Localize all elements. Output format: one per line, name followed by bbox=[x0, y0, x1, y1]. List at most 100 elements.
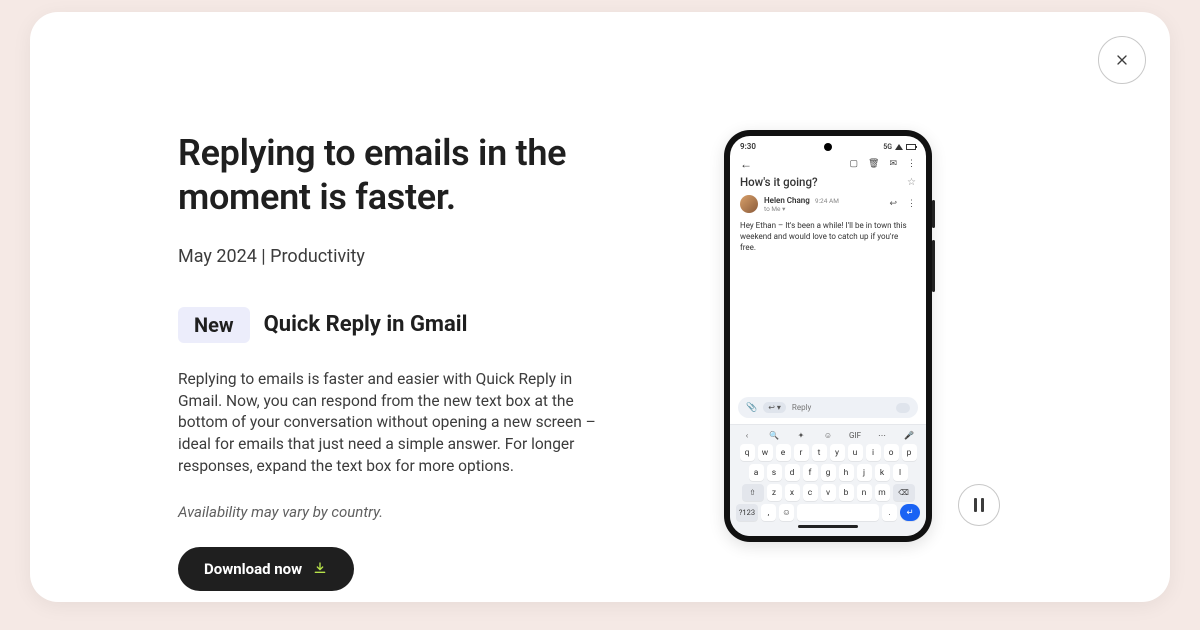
key-m[interactable]: m bbox=[875, 484, 890, 501]
more-icon[interactable]: ⋮ bbox=[907, 159, 916, 169]
download-icon bbox=[312, 561, 328, 577]
feature-modal: Replying to emails in the moment is fast… bbox=[30, 12, 1170, 602]
key-e[interactable]: e bbox=[776, 444, 791, 461]
key-period[interactable]: . bbox=[882, 504, 897, 521]
expand-icon[interactable] bbox=[896, 403, 910, 413]
key-q[interactable]: q bbox=[740, 444, 755, 461]
key-g[interactable]: g bbox=[821, 464, 836, 481]
sender-name: Helen Chang bbox=[764, 196, 810, 205]
keyboard: ‹ 🔍 ✦ ☺ GIF ⋯ 🎤 qwertyuiop asdfghjkl ⇧zxcvbnm⌫… bbox=[730, 424, 926, 536]
keyboard-row: qwertyuiop bbox=[734, 444, 922, 461]
more-icon[interactable]: ⋮ bbox=[907, 199, 916, 209]
keyboard-tool-icon[interactable]: ⋯ bbox=[875, 431, 889, 440]
keyboard-row: asdfghjkl bbox=[734, 464, 922, 481]
star-icon[interactable]: ☆ bbox=[907, 177, 916, 188]
sender-actions: ↩ ⋮ bbox=[889, 199, 916, 209]
status-time: 9:30 bbox=[740, 142, 756, 151]
email-topbar: ← ▢ 🗑 ✉ ⋮ bbox=[730, 153, 926, 173]
reply-icon[interactable]: ↩ bbox=[889, 199, 897, 209]
headline: Replying to emails in the moment is fast… bbox=[178, 132, 618, 220]
key-v[interactable]: v bbox=[821, 484, 836, 501]
subject-row: How's it going? ☆ bbox=[730, 173, 926, 193]
sender-time: 9:24 AM bbox=[815, 197, 839, 205]
keyboard-tool-icon[interactable]: GIF bbox=[848, 431, 862, 440]
recipient-line: to Me ▾ bbox=[764, 205, 839, 213]
key-r[interactable]: r bbox=[794, 444, 809, 461]
attach-icon[interactable]: 📎 bbox=[746, 403, 757, 413]
key-w[interactable]: w bbox=[758, 444, 773, 461]
key-a[interactable]: a bbox=[749, 464, 764, 481]
phone-mockup: 9:30 5G ← ▢ 🗑 ✉ ⋮ How's it going? ☆ bbox=[724, 130, 932, 542]
close-icon bbox=[1114, 52, 1130, 68]
availability-note: Availability may vary by country. bbox=[178, 503, 618, 521]
signal-icon bbox=[895, 144, 903, 150]
status-network: 5G bbox=[883, 143, 892, 151]
phone-side-button bbox=[932, 240, 935, 292]
key-x[interactable]: x bbox=[785, 484, 800, 501]
key-d[interactable]: d bbox=[785, 464, 800, 481]
key-o[interactable]: o bbox=[884, 444, 899, 461]
feature-name: Quick Reply in Gmail bbox=[264, 312, 468, 337]
keyboard-tool-icon[interactable]: ☺ bbox=[821, 431, 835, 440]
email-subject: How's it going? bbox=[740, 175, 818, 189]
delete-icon[interactable]: 🗑 bbox=[868, 159, 879, 169]
key-n[interactable]: n bbox=[857, 484, 872, 501]
reply-placeholder: Reply bbox=[792, 403, 890, 412]
download-label: Download now bbox=[204, 560, 302, 578]
key-space[interactable] bbox=[797, 504, 879, 521]
key-comma[interactable]: , bbox=[761, 504, 776, 521]
key-y[interactable]: y bbox=[830, 444, 845, 461]
avatar bbox=[740, 195, 758, 213]
recipient-chip[interactable]: ↩ ▾ bbox=[763, 402, 786, 413]
feature-row: New Quick Reply in Gmail bbox=[178, 307, 618, 343]
mail-icon[interactable]: ✉ bbox=[889, 159, 897, 169]
reply-area: 📎 ↩ ▾ Reply ‹ 🔍 ✦ ☺ GIF ⋯ 🎤 qwertyuiop asdfghj… bbox=[730, 397, 926, 536]
content-column: Replying to emails in the moment is fast… bbox=[178, 132, 618, 591]
pause-icon bbox=[974, 498, 984, 512]
key-k[interactable]: k bbox=[875, 464, 890, 481]
email-actions: ▢ 🗑 ✉ ⋮ bbox=[850, 159, 917, 169]
keyboard-tool-icon[interactable]: 🎤 bbox=[902, 431, 916, 440]
battery-icon bbox=[906, 144, 916, 150]
close-button[interactable] bbox=[1098, 36, 1146, 84]
archive-icon[interactable]: ▢ bbox=[850, 159, 859, 169]
keyboard-row: ?123,☺.↵ bbox=[734, 504, 922, 521]
phone-side-button bbox=[932, 200, 935, 228]
email-body: Hey Ethan – It's been a while! I'll be i… bbox=[730, 213, 926, 261]
key-enter[interactable]: ↵ bbox=[900, 504, 920, 521]
phone-nav-bar bbox=[798, 525, 858, 528]
description: Replying to emails is faster and easier … bbox=[178, 369, 598, 477]
download-button[interactable]: Download now bbox=[178, 547, 354, 591]
pause-button[interactable] bbox=[958, 484, 1000, 526]
key-z[interactable]: z bbox=[767, 484, 782, 501]
key-t[interactable]: t bbox=[812, 444, 827, 461]
key-h[interactable]: h bbox=[839, 464, 854, 481]
keyboard-tool-icon[interactable]: ‹ bbox=[740, 431, 754, 440]
key-shift[interactable]: ⇧ bbox=[742, 484, 764, 501]
key-b[interactable]: b bbox=[839, 484, 854, 501]
back-icon[interactable]: ← bbox=[740, 157, 752, 171]
keyboard-row: ⇧zxcvbnm⌫ bbox=[734, 484, 922, 501]
new-badge: New bbox=[178, 307, 250, 343]
keyboard-suggestion-row: ‹ 🔍 ✦ ☺ GIF ⋯ 🎤 bbox=[734, 429, 922, 444]
key-c[interactable]: c bbox=[803, 484, 818, 501]
key-i[interactable]: i bbox=[866, 444, 881, 461]
key-symbols[interactable]: ?123 bbox=[736, 504, 758, 521]
keyboard-tool-icon[interactable]: ✦ bbox=[794, 431, 808, 440]
keyboard-tool-icon[interactable]: 🔍 bbox=[767, 431, 781, 440]
key-u[interactable]: u bbox=[848, 444, 863, 461]
key-s[interactable]: s bbox=[767, 464, 782, 481]
key-j[interactable]: j bbox=[857, 464, 872, 481]
meta-line: May 2024 | Productivity bbox=[178, 246, 618, 267]
phone-camera-cutout bbox=[824, 143, 832, 151]
key-emoji[interactable]: ☺ bbox=[779, 504, 794, 521]
key-f[interactable]: f bbox=[803, 464, 818, 481]
phone-screen: 9:30 5G ← ▢ 🗑 ✉ ⋮ How's it going? ☆ bbox=[730, 136, 926, 536]
key-l[interactable]: l bbox=[893, 464, 908, 481]
quick-reply-input[interactable]: 📎 ↩ ▾ Reply bbox=[738, 397, 918, 418]
key-p[interactable]: p bbox=[902, 444, 917, 461]
sender-info: Helen Chang 9:24 AM to Me ▾ bbox=[764, 196, 839, 213]
sender-row: Helen Chang 9:24 AM to Me ▾ ↩ ⋮ bbox=[730, 193, 926, 213]
key-backspace[interactable]: ⌫ bbox=[893, 484, 915, 501]
status-icons: 5G bbox=[883, 143, 916, 151]
